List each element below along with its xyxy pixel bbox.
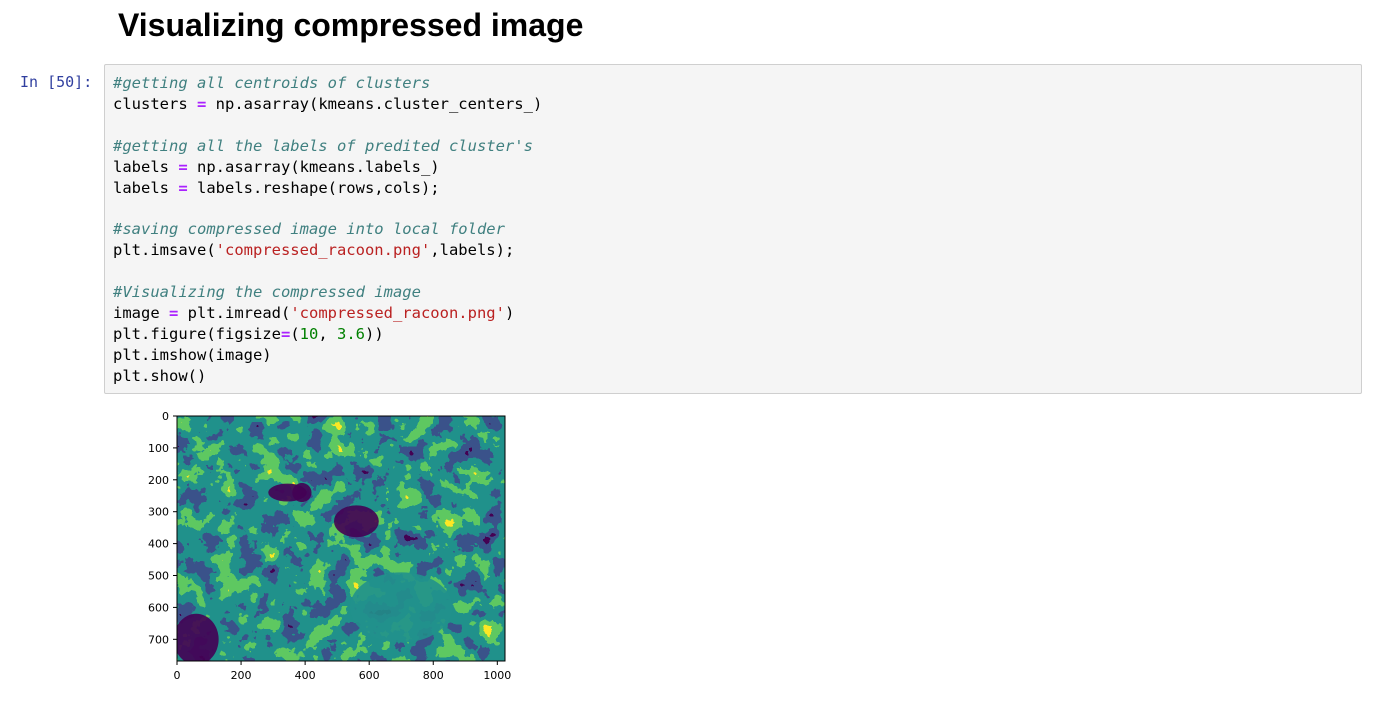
code-token: )): [365, 324, 384, 343]
code-line: plt.show(): [113, 367, 206, 385]
code-token: 'compressed_racoon.png': [290, 303, 505, 322]
code-token: =: [280, 324, 291, 343]
code-line: labels = labels.reshape(rows,cols);: [113, 179, 440, 197]
code-token: plt.imshow(image): [113, 345, 272, 364]
image-region: [292, 482, 312, 503]
code-token: image: [113, 303, 169, 322]
code-token: plt.show(): [113, 366, 207, 385]
code-line: plt.figure(figsize=(10, 3.6)): [113, 325, 384, 343]
code-token: ): [504, 303, 515, 322]
y-tick-label: 200: [148, 474, 169, 487]
code-token: #getting all the labels of predited clus…: [113, 136, 533, 155]
y-axis: 0 100 200 300 400 500 600 700: [148, 410, 177, 646]
output-plot: 0 200 400 600 800 1000 0 100 200 300 400 500 600 700: [148, 410, 511, 682]
code-token: #Visualizing the compressed image: [113, 283, 421, 302]
section-heading: Visualizing compressed image: [118, 7, 584, 43]
code-token: labels.reshape(rows,cols);: [187, 178, 440, 197]
code-line: #Visualizing the compressed image: [113, 283, 421, 301]
code-line: #getting all centroids of clusters: [113, 74, 430, 92]
code-token: plt.figure(figsize: [113, 324, 281, 343]
code-token: labels: [113, 157, 179, 176]
code-token: (: [290, 324, 300, 343]
image-region: [333, 505, 379, 538]
code-line: image = plt.imread('compressed_racoon.pn…: [113, 304, 514, 322]
code-token: 10: [299, 324, 319, 343]
cell-output: 0 200 400 600 800 1000 0 100 200 300 400 500 600 700: [104, 398, 534, 698]
code-token: =: [178, 157, 188, 176]
cell-prompt: In [50]:: [20, 73, 93, 91]
y-tick-label: 600: [148, 601, 169, 614]
code-token: ,labels);: [430, 241, 515, 260]
image-region: [349, 572, 453, 643]
x-tick-label: 200: [231, 669, 252, 682]
code-token: clusters: [113, 94, 197, 113]
x-tick-label: 800: [423, 669, 444, 682]
x-tick-label: 400: [295, 669, 316, 682]
code-line: clusters = np.asarray(kmeans.cluster_cen…: [113, 95, 542, 113]
y-tick-label: 100: [148, 442, 169, 455]
code-editor[interactable]: #getting all centroids of clusters clust…: [113, 73, 542, 387]
code-line: plt.imsave('compressed_racoon.png',label…: [113, 241, 514, 259]
x-tick-label: 0: [174, 669, 181, 682]
image-pixels: [177, 416, 505, 661]
compressed-image: [177, 416, 505, 661]
code-token: labels: [113, 178, 179, 197]
image-region: [177, 613, 219, 661]
code-token: 3.6: [337, 324, 366, 343]
code-token: np.asarray(kmeans.labels_): [187, 157, 440, 176]
x-tick-label: 600: [359, 669, 380, 682]
code-line: #saving compressed image into local fold…: [113, 220, 505, 238]
code-token: #saving compressed image into local fold…: [113, 220, 505, 239]
code-token: ,: [318, 324, 338, 343]
code-line: #getting all the labels of predited clus…: [113, 137, 533, 155]
code-token: plt.imread(: [178, 303, 291, 322]
code-token: =: [178, 178, 188, 197]
code-token: #getting all centroids of clusters: [113, 74, 431, 92]
code-token: plt.imsave(: [113, 241, 216, 260]
code-token: 'compressed_racoon.png': [215, 241, 431, 260]
code-line: plt.imshow(image): [113, 346, 272, 364]
y-tick-label: 0: [162, 410, 169, 423]
code-line: labels = np.asarray(kmeans.labels_): [113, 158, 440, 176]
code-token: =: [169, 303, 179, 322]
x-axis: 0 200 400 600 800 1000: [174, 661, 511, 682]
code-token: =: [197, 94, 207, 113]
y-tick-label: 300: [148, 506, 169, 519]
code-token: np.asarray(kmeans.cluster_centers_): [206, 94, 543, 113]
code-cell[interactable]: #getting all centroids of clusters clust…: [104, 64, 1362, 394]
y-tick-label: 500: [148, 570, 169, 583]
x-tick-label: 1000: [483, 669, 511, 682]
y-tick-label: 400: [148, 538, 169, 551]
y-tick-label: 700: [148, 633, 169, 646]
